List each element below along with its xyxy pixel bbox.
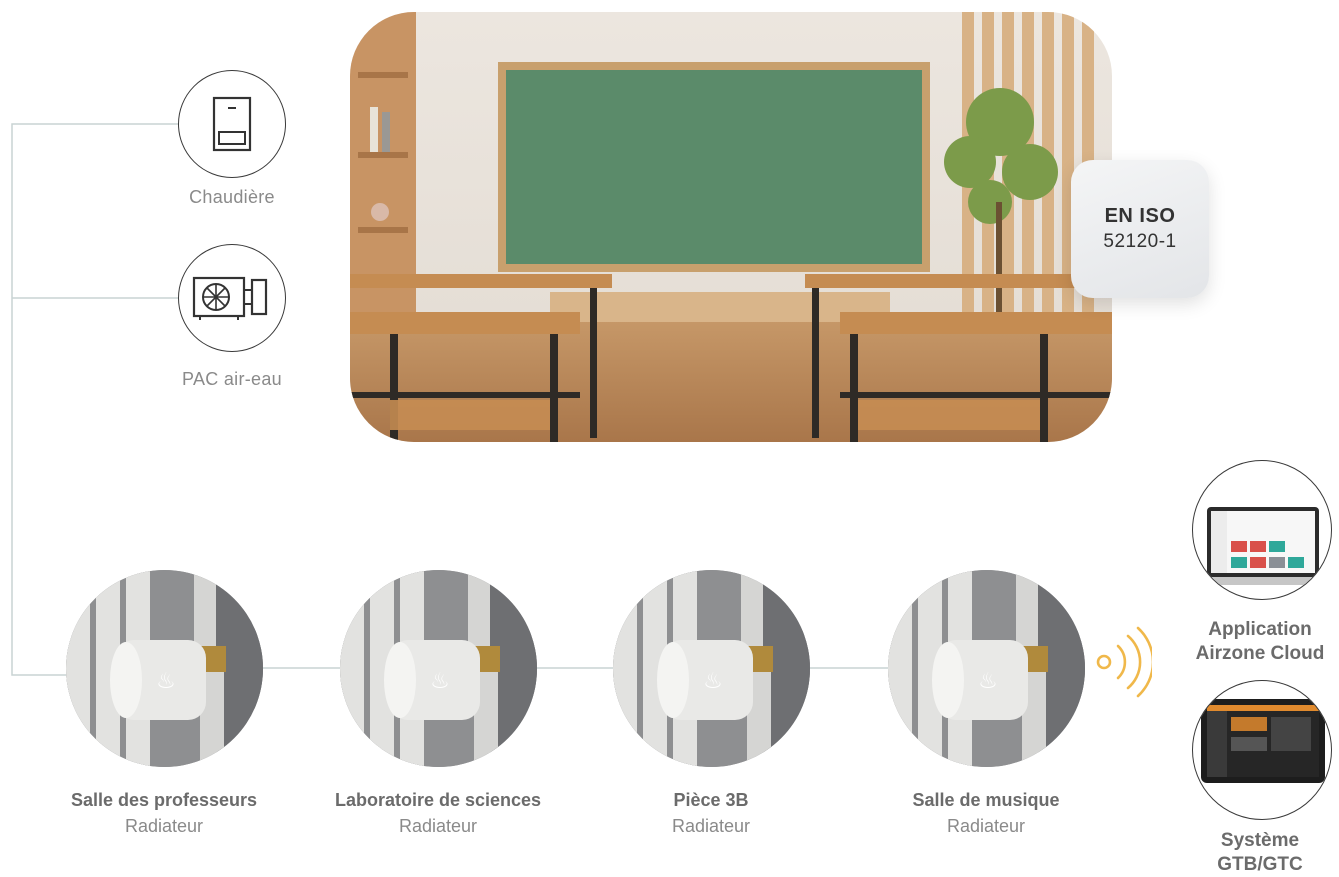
- app-label-cloud-line2: Airzone Cloud: [1195, 643, 1325, 664]
- thermostatic-valve-icon: ♨: [340, 570, 537, 767]
- app-label-cloud: Application Airzone Cloud: [1170, 618, 1339, 666]
- radiator-photo-4: ♨: [888, 570, 1085, 767]
- radiator-photo-1: ♨: [66, 570, 263, 767]
- svg-text:♨: ♨: [430, 669, 450, 694]
- room-subtitle-1: Radiateur: [124, 816, 204, 836]
- badge-standard: 52120-1: [1103, 231, 1177, 252]
- room-title-4: Salle de musique: [912, 790, 1060, 810]
- svg-text:♨: ♨: [703, 669, 723, 694]
- laptop-icon: [1193, 507, 1331, 585]
- room-title-2: Laboratoire de sciences: [334, 790, 542, 810]
- room-title-3: Pièce 3B: [673, 790, 749, 810]
- room-subtitle-2: Radiateur: [398, 816, 478, 836]
- badge-title: EN ISO: [1104, 205, 1176, 227]
- svg-text:♨: ♨: [978, 669, 998, 694]
- laptop-circle: [1192, 460, 1332, 600]
- heat-pump-circle: [178, 244, 286, 352]
- tablet-icon: [1201, 699, 1325, 783]
- svg-text:♨: ♨: [156, 669, 176, 694]
- thermostatic-valve-icon: ♨: [613, 570, 810, 767]
- room-subtitle-3: Radiateur: [671, 816, 751, 836]
- boiler-icon: [212, 96, 252, 152]
- wireless-signal-icon: [1096, 626, 1152, 698]
- thermostatic-valve-icon: ♨: [66, 570, 263, 767]
- heat-pump-icon: [192, 276, 268, 320]
- app-label-bms-line2: GTB/GTC: [1217, 854, 1303, 875]
- room-subtitle-4: Radiateur: [946, 816, 1026, 836]
- app-label-bms-line1: Système: [1220, 830, 1300, 851]
- radiator-photo-2: ♨: [340, 570, 537, 767]
- room-title-1: Salle des professeurs: [70, 790, 258, 810]
- certification-badge: EN ISO 52120-1: [1071, 160, 1209, 298]
- app-label-cloud-line1: Application: [1208, 619, 1312, 640]
- thermostatic-valve-icon: ♨: [888, 570, 1085, 767]
- tablet-circle: [1192, 680, 1332, 820]
- radiator-photo-3: ♨: [613, 570, 810, 767]
- source-label-heat-pump: PAC air-eau: [181, 369, 282, 389]
- app-label-bms: Système GTB/GTC: [1170, 829, 1339, 877]
- boiler-circle: [178, 70, 286, 178]
- source-label-boiler: Chaudière: [189, 187, 275, 207]
- classroom-photo: [350, 12, 1112, 442]
